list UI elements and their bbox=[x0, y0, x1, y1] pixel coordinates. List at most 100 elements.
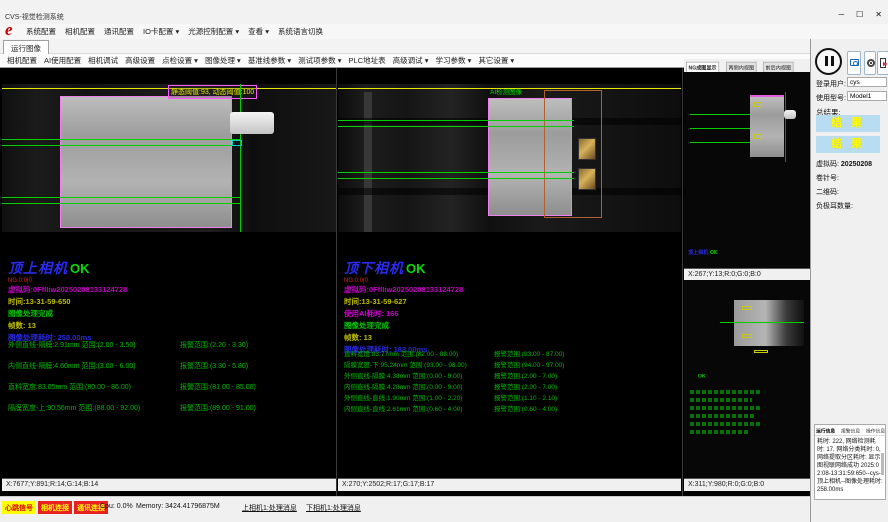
needle-number-label: 卷针号: bbox=[816, 173, 839, 183]
camera-icon bbox=[850, 59, 859, 66]
tool-test-params[interactable]: 测试项参数 ▾ bbox=[298, 55, 341, 66]
yellow-marker bbox=[754, 134, 762, 139]
window-controls: ─ ☐ ✕ bbox=[838, 10, 882, 19]
heartbeat-badge: 心跳信号 bbox=[2, 501, 36, 514]
measurement-row: 外侧直线-隔膜:2.91mm 范围:(2.00 - 3.50) 报警范围:(2.… bbox=[8, 340, 140, 361]
menu-camera-config[interactable]: 相机配置 bbox=[65, 26, 95, 37]
camera-name: 顶上相机 bbox=[688, 251, 708, 256]
tool-advanced-debug[interactable]: 高级调试 ▾ bbox=[393, 55, 429, 66]
measurement-label: 直料宽度:83.05mm 范围:(80.00 - 86.00) bbox=[8, 384, 131, 391]
preview-panel-1[interactable]: 顶上相机 OK bbox=[684, 72, 810, 268]
tool-image-processing[interactable]: 图像处理 ▾ bbox=[205, 55, 241, 66]
tool-learning-params[interactable]: 学习参数 ▾ bbox=[435, 55, 471, 66]
preview-panel-2[interactable]: OK bbox=[684, 280, 810, 478]
log-tab-run[interactable]: 运行信息 bbox=[816, 427, 835, 434]
measure-line-green bbox=[690, 114, 750, 115]
measurement-row: 内侧直线-直线:2.61mm 范围:(0.60 - 4.00) 报警范围:(0.… bbox=[344, 403, 467, 414]
virtual-code-label: 虚拟码: bbox=[816, 161, 839, 168]
tool-other-settings[interactable]: 其它设置 ▾ bbox=[478, 55, 514, 66]
measurement-row: 内侧直线-隔膜:4.60mm 范围:(3.00 - 6.00) 报警范围:(3.… bbox=[8, 361, 140, 382]
result-ok: OK bbox=[710, 251, 718, 256]
preview-tab-frontback[interactable]: 前后内视图 bbox=[763, 62, 794, 72]
measurement-label: 内侧直线-直线:2.61mm 范围:(0.60 - 4.00) bbox=[344, 406, 462, 413]
login-user-label: 登录用户: bbox=[816, 79, 846, 89]
settings-button[interactable] bbox=[864, 51, 876, 75]
log-tab-operation[interactable]: 操作信息 bbox=[866, 427, 885, 434]
pause-icon bbox=[831, 56, 834, 66]
measurement-row: 隔膜宽度-上:90.56mm 范围:(88.00 - 92.00) 报警范围:(… bbox=[8, 403, 140, 424]
exit-button[interactable] bbox=[877, 51, 888, 75]
menu-light-config[interactable]: 光源控制配置 ▾ bbox=[188, 26, 239, 37]
camera-name: 顶上相机 bbox=[8, 260, 68, 276]
pause-icon bbox=[825, 56, 828, 66]
result-text-row bbox=[690, 406, 762, 410]
model-field[interactable] bbox=[847, 91, 887, 101]
login-user-field[interactable] bbox=[847, 77, 887, 87]
measurement-label: 隔膜宽度-下:95.24mm 范围:(93.00 - 98.00) bbox=[344, 362, 467, 369]
virtual-code-line: 虚拟码:0FfIIiw20250208133124728 bbox=[8, 284, 328, 296]
alarm-range: 报警范围:(1.10 - 2.10) bbox=[494, 392, 557, 402]
tool-ai-config[interactable]: AI使用配置 bbox=[44, 55, 81, 66]
tool-spot-check[interactable]: 点检设置 ▾ bbox=[162, 55, 198, 66]
preview-result-label: OK bbox=[698, 374, 706, 379]
yellow-marker bbox=[742, 306, 752, 310]
alarm-range: 报警范围:(81.00 - 85.00) bbox=[180, 382, 256, 392]
measure-line-green bbox=[338, 120, 574, 121]
result-text-row bbox=[690, 398, 752, 402]
tool-plc-address[interactable]: PLC地址表 bbox=[349, 55, 386, 66]
preview-camera-label: 顶上相机 OK bbox=[688, 248, 717, 256]
cpu-usage: Cpu: 0.0% bbox=[100, 503, 133, 510]
tab-fleck bbox=[578, 168, 596, 190]
threshold-overlay: 静态阈值:93, 动态阈值:100 bbox=[168, 85, 257, 99]
maximize-icon[interactable]: ☐ bbox=[856, 10, 863, 19]
measure-line-green bbox=[2, 139, 240, 140]
measure-line-green bbox=[2, 145, 240, 146]
done-line: 图像处理完成 bbox=[8, 308, 328, 320]
menu-comm-config[interactable]: 通讯配置 bbox=[104, 26, 134, 37]
connector-part bbox=[230, 112, 274, 134]
bottom-camera-image-view[interactable]: AI检测图像 bbox=[338, 84, 681, 232]
pause-button[interactable] bbox=[815, 48, 842, 75]
tool-baseline-params[interactable]: 基准线参数 ▾ bbox=[248, 55, 291, 66]
camera-button[interactable] bbox=[847, 51, 861, 75]
menu-language-switch[interactable]: 系统语言切换 bbox=[278, 26, 323, 37]
tab-fleck bbox=[578, 138, 596, 160]
pixel-info-strip: X:311;Y:980;R:0;G:0;B:0 bbox=[684, 478, 810, 491]
cyan-marker bbox=[232, 140, 242, 146]
measurement-row: 内侧直线-隔膜:4.28mm 范围:(0.00 - 9.00) 报警范围:(2.… bbox=[344, 381, 467, 392]
panel-divider bbox=[336, 68, 337, 496]
top-camera-image-view[interactable]: 静态阈值:93, 动态阈值:100 bbox=[2, 84, 336, 232]
measure-line-green bbox=[338, 126, 574, 127]
measurement-label: 外侧直线-隔膜:2.91mm 范围:(2.00 - 3.50) bbox=[8, 342, 136, 349]
ai-image-label: AI检测图像 bbox=[490, 86, 522, 96]
measurement-row: 外侧直线-直线:1.90mm 范围:(1.00 - 2.20) 报警范围:(1.… bbox=[344, 392, 467, 403]
tool-advanced-settings[interactable]: 高级设置 bbox=[125, 55, 155, 66]
time-line: 时间:13-31-59-627 bbox=[344, 296, 664, 308]
titlebar: CVS-视觉检测系统 ─ ☐ ✕ bbox=[0, 0, 888, 24]
log-scrollbar[interactable] bbox=[881, 453, 884, 475]
result-text-row bbox=[690, 390, 760, 394]
menu-system-config[interactable]: 系统配置 bbox=[26, 26, 56, 37]
negative-tab-count-label: 负极耳数量: bbox=[816, 201, 853, 211]
yellow-marker bbox=[754, 102, 762, 107]
close-icon[interactable]: ✕ bbox=[875, 10, 882, 19]
tool-camera-config[interactable]: 相机配置 bbox=[7, 55, 37, 66]
preview-tab-sides[interactable]: 两侧内视图 bbox=[726, 62, 757, 72]
app-logo-icon: e bbox=[5, 20, 13, 40]
upper-camera-message-link[interactable]: 上相机1:处理消息 bbox=[242, 503, 297, 513]
menu-view[interactable]: 查看 ▾ bbox=[248, 26, 269, 37]
app-window: CVS-视觉检测系统 ─ ☐ ✕ e 系统配置 相机配置 通讯配置 IO卡配置 … bbox=[0, 0, 888, 522]
preview-tab-ng[interactable]: NG成图显示 bbox=[686, 62, 719, 72]
measure-line-green-vertical bbox=[240, 84, 241, 232]
yellow-marker bbox=[754, 350, 768, 353]
measurement-row: 外侧直线-隔膜:4.38mm 范围:(0.00 - 9.00) 报警范围:(2.… bbox=[344, 370, 467, 381]
alarm-range: 报警范围:(3.30 - 5.80) bbox=[180, 361, 248, 371]
tool-camera-debug[interactable]: 相机调试 bbox=[88, 55, 118, 66]
lower-camera-message-link[interactable]: 下相机1:处理消息 bbox=[306, 503, 361, 513]
minimize-icon[interactable]: ─ bbox=[838, 10, 844, 19]
measurement-label: 外侧直线-直线:1.90mm 范围:(1.00 - 2.20) bbox=[344, 395, 462, 402]
camera-name: 顶下相机 bbox=[344, 260, 404, 276]
measurement-row: 隔膜宽度-下:95.24mm 范围:(93.00 - 98.00) 报警范围:(… bbox=[344, 359, 467, 370]
menu-io-config[interactable]: IO卡配置 ▾ bbox=[143, 26, 179, 37]
log-tab-alarm[interactable]: 报警信息 bbox=[841, 427, 860, 434]
